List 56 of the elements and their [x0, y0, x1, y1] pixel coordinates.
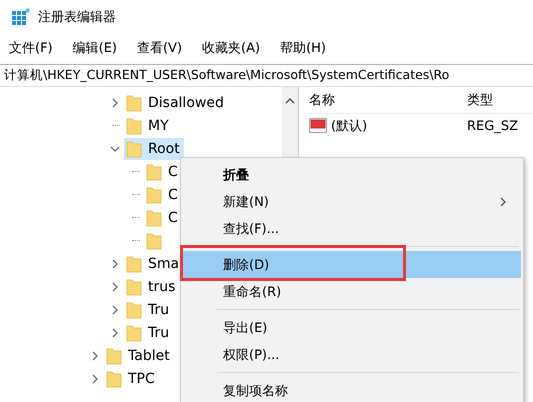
selected-tree-item[interactable]: Root: [124, 138, 184, 160]
tree-item[interactable]: Sma: [148, 256, 180, 272]
tree-item[interactable]: C: [168, 210, 178, 226]
folder-icon: [106, 370, 122, 388]
chevron-up-icon[interactable]: [285, 97, 295, 105]
value-name: (默认): [331, 118, 368, 135]
chevron-right-icon[interactable]: [90, 374, 100, 384]
tree-item[interactable]: C: [168, 164, 178, 180]
string-value-icon: [309, 118, 327, 134]
menu-item[interactable]: 帮助(H): [280, 39, 326, 57]
context-menu-item[interactable]: 新建(N): [183, 188, 521, 215]
folder-icon: [126, 254, 142, 272]
menu-item[interactable]: 文件(F): [9, 39, 53, 57]
context-menu-item[interactable]: 删除(D): [183, 251, 521, 278]
folder-icon: [126, 140, 142, 158]
folder-icon: [146, 162, 162, 180]
menu-item[interactable]: 编辑(E): [72, 39, 117, 57]
tree-item[interactable]: C: [168, 186, 178, 202]
folder-icon: [126, 116, 142, 134]
chevron-right-icon[interactable]: [110, 328, 120, 338]
address-bar[interactable]: 计算机\HKEY_CURRENT_USER\Software\Microsoft\SystemCertificates\Ro: [0, 64, 533, 87]
folder-icon: [106, 346, 122, 364]
folder-icon: [126, 324, 142, 342]
column-header[interactable]: 类型: [459, 91, 493, 109]
menu-item[interactable]: 收藏夹(A): [202, 39, 260, 57]
registry-editor-icon: [12, 8, 30, 26]
context-menu-item[interactable]: 重命名(R): [183, 278, 521, 305]
folder-icon: [146, 232, 162, 250]
context-menu-item[interactable]: 折叠: [183, 161, 521, 188]
tree-item[interactable]: MY: [148, 118, 169, 134]
menu-item[interactable]: 查看(V): [136, 39, 182, 57]
tree-item[interactable]: TPC: [128, 370, 155, 386]
tree-item[interactable]: trus: [148, 278, 176, 294]
tree-item[interactable]: Tablet: [128, 348, 170, 364]
window-title: 注册表编辑器: [38, 9, 116, 26]
folder-icon: [146, 208, 162, 226]
folder-icon: [126, 278, 142, 296]
chevron-right-icon[interactable]: [110, 282, 120, 292]
folder-icon: [146, 186, 162, 204]
tree-item[interactable]: Tru: [148, 302, 170, 318]
chevron-right-icon[interactable]: [90, 350, 100, 360]
column-header[interactable]: 名称: [309, 91, 459, 109]
context-menu-item[interactable]: 复制项名称: [183, 377, 521, 402]
chevron-right-icon[interactable]: [110, 98, 120, 108]
folder-icon: [126, 300, 142, 318]
tree-item[interactable]: Tru: [148, 324, 170, 340]
value-type: REG_SZ: [466, 118, 518, 134]
context-menu-item[interactable]: 查找(F)...: [183, 215, 521, 242]
tree-item[interactable]: Disallowed: [148, 94, 224, 110]
context-menu-item[interactable]: 导出(E): [183, 314, 521, 341]
chevron-down-icon[interactable]: [110, 144, 120, 154]
chevron-right-icon[interactable]: [110, 304, 120, 314]
context-menu-item[interactable]: 权限(P)...: [183, 341, 521, 368]
chevron-right-icon[interactable]: [110, 258, 120, 268]
tree-item-label: Root: [148, 140, 180, 156]
folder-icon: [126, 94, 142, 112]
